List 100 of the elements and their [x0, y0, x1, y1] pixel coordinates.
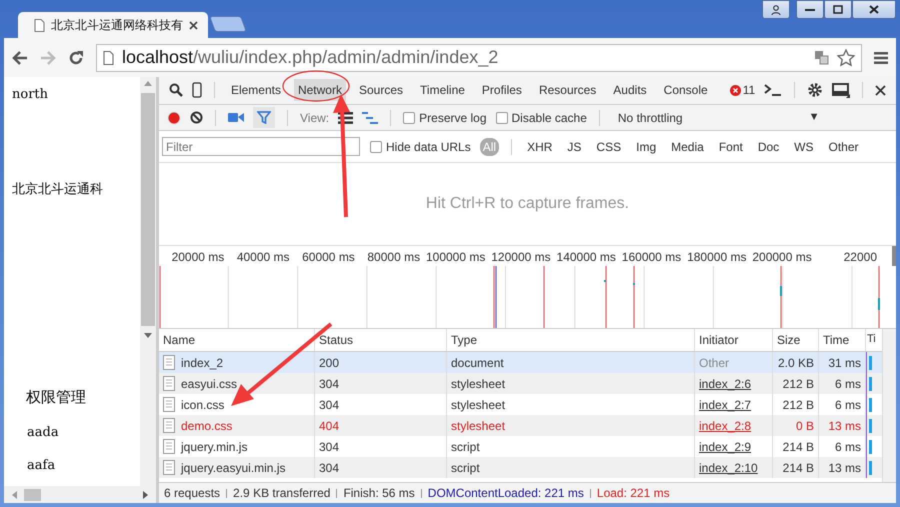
devtools-tab[interactable]: Resources — [534, 79, 600, 102]
vertical-scrollbar[interactable] — [882, 329, 896, 482]
option-checkbox[interactable]: Preserve log — [403, 110, 487, 125]
error-count[interactable]: 11 — [730, 83, 756, 98]
option-checkbox[interactable]: Disable cache — [496, 110, 587, 125]
waterfall-view-icon[interactable] — [362, 112, 378, 124]
waterfall-bar — [869, 376, 872, 391]
devtools-tab[interactable]: Timeline — [416, 79, 469, 102]
type-filter[interactable]: Media — [668, 138, 707, 156]
timeline-tick-label: 22000 — [842, 249, 878, 266]
maximize-button[interactable] — [824, 0, 852, 19]
table-cell: 304 — [319, 460, 340, 475]
horizontal-scrollbar[interactable] — [4, 486, 156, 503]
table-cell: stylesheet — [451, 376, 506, 391]
column-header[interactable]: Type — [447, 329, 695, 352]
type-filter[interactable]: JS — [564, 138, 584, 156]
console-icon[interactable] — [764, 83, 782, 98]
type-filter[interactable]: Other — [826, 138, 862, 156]
search-icon[interactable] — [169, 83, 183, 98]
timeline-tick-label: 180000 ms — [686, 249, 748, 266]
type-filter[interactable]: XHR — [524, 138, 556, 156]
initiator-link[interactable]: index_2:7 — [699, 398, 752, 412]
record-button[interactable] — [167, 110, 181, 125]
column-header[interactable]: Initiator — [695, 329, 773, 352]
device-icon[interactable] — [192, 82, 202, 98]
request-row[interactable]: jquery.easyui.min.js 304 script index_2:10 214 B 13 ms — [159, 457, 882, 478]
page-text: north — [12, 87, 50, 102]
summary-text: Load: 221 ms — [596, 486, 670, 500]
file-icon — [163, 460, 175, 476]
type-filter[interactable]: WS — [791, 138, 817, 156]
dock-icon[interactable] — [832, 82, 850, 98]
column-header[interactable]: Name — [159, 329, 315, 352]
devtools-tab[interactable]: Profiles — [478, 79, 526, 102]
table-cell: 304 — [319, 440, 340, 454]
devtools-tab[interactable]: Audits — [609, 79, 651, 102]
summary-text: 6 requests — [164, 486, 220, 500]
reload-icon[interactable] — [68, 50, 84, 66]
waterfall-bar — [869, 398, 872, 412]
column-header[interactable]: Status — [315, 329, 447, 352]
initiator-link[interactable]: index_2:8 — [699, 418, 752, 433]
table-cell: 212 B — [782, 398, 814, 412]
vertical-scrollbar[interactable] — [140, 77, 156, 486]
scroll-thumb[interactable] — [24, 488, 41, 500]
initiator-link[interactable]: index_2:10 — [699, 460, 758, 475]
devtools-tab[interactable]: Elements — [226, 79, 285, 102]
table-cell: 0 B — [796, 418, 814, 433]
timeline-tick-label: 100000 ms — [424, 249, 486, 266]
throttling-dropdown[interactable]: No throttling ▼ — [612, 110, 820, 125]
filter-field[interactable]: Filter — [162, 137, 360, 156]
menu-icon[interactable] — [874, 52, 888, 64]
page-icon — [103, 50, 114, 64]
scroll-right-icon[interactable] — [142, 490, 148, 498]
person-icon — [771, 4, 781, 14]
filter-button[interactable] — [253, 107, 275, 128]
close-icon[interactable] — [189, 20, 198, 30]
column-header[interactable]: Size — [773, 329, 819, 352]
scroll-down-icon[interactable] — [144, 332, 152, 338]
browser-tab[interactable]: 北京北斗运通网络科技有 — [18, 12, 208, 38]
initiator-link[interactable]: index_2:9 — [699, 440, 752, 454]
table-cell: 6 ms — [834, 440, 861, 454]
type-filter[interactable]: Doc — [754, 138, 782, 156]
close-icon[interactable] — [875, 84, 886, 96]
page-text: aafa — [26, 458, 56, 473]
close-button[interactable] — [852, 0, 896, 19]
hide-data-urls-checkbox[interactable]: Hide data URLs — [370, 140, 471, 154]
request-row[interactable]: index_2 200 document Other 2.0 KB 31 ms — [159, 352, 882, 374]
request-row[interactable]: easyui.css 304 stylesheet index_2:6 212 B 6 ms — [159, 373, 882, 394]
type-filter[interactable]: Font — [716, 138, 746, 156]
request-name: icon.css — [181, 398, 224, 412]
devtools-tab[interactable]: Sources — [354, 79, 408, 102]
devtools-tab[interactable]: Network — [294, 79, 346, 102]
timeline-tick-label: 140000 ms — [556, 249, 617, 266]
funnel-icon — [257, 111, 271, 124]
waterfall-bar — [869, 460, 872, 475]
table-cell: stylesheet — [451, 418, 506, 433]
type-filter[interactable]: Img — [633, 138, 660, 156]
file-icon — [163, 355, 175, 370]
summary-text: DOMContentLoaded: 221 ms — [428, 486, 584, 500]
type-filter[interactable]: CSS — [593, 138, 624, 156]
waterfall-bar — [869, 418, 872, 433]
user-button[interactable] — [762, 0, 790, 19]
timeline-tick-label: 60000 ms — [301, 249, 356, 266]
settings-icon[interactable] — [807, 82, 824, 98]
devtools-tab[interactable]: Console — [660, 79, 712, 102]
request-row[interactable]: demo.css 404 stylesheet index_2:8 0 B 13 ms — [159, 415, 882, 436]
back-icon[interactable] — [12, 50, 28, 64]
star-icon[interactable] — [837, 48, 855, 66]
column-header[interactable]: Time — [819, 329, 866, 352]
table-cell: 214 B — [782, 440, 814, 454]
clear-icon[interactable] — [190, 111, 203, 124]
new-tab-button[interactable] — [209, 16, 247, 32]
table-cell: 214 B — [782, 460, 814, 475]
camera-icon[interactable] — [228, 112, 244, 124]
request-name: easyui.css — [181, 376, 238, 391]
initiator-link[interactable]: index_2:6 — [699, 376, 752, 391]
minimize-button[interactable] — [796, 0, 824, 19]
annotation-ellipse — [282, 70, 350, 102]
address-bar[interactable]: localhost/wuliu/index.php/admin/admin/index_2 — [96, 44, 862, 72]
column-header[interactable]: Ti — [866, 329, 882, 352]
frames-message: Hit Ctrl+R to capture frames. — [426, 195, 630, 214]
